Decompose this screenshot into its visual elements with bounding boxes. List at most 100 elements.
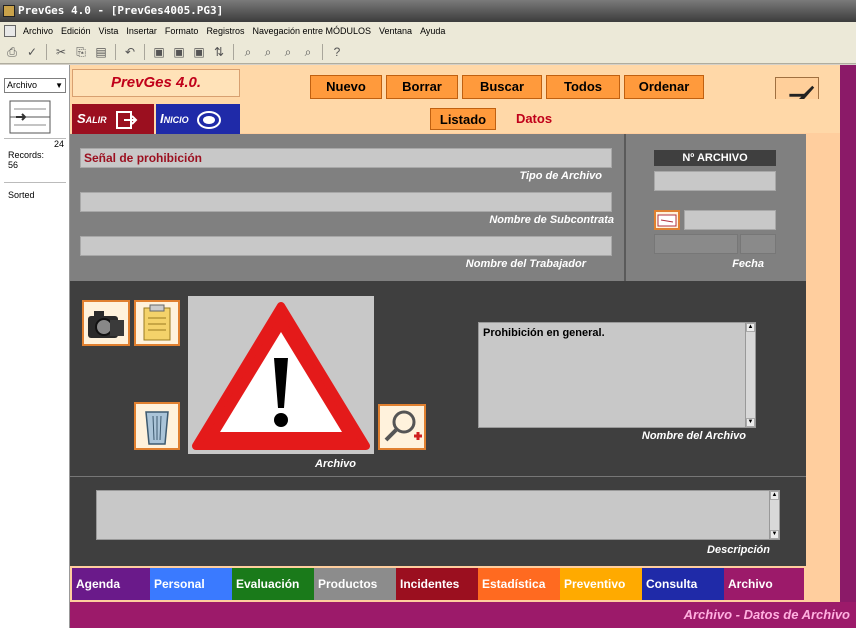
archivo-image[interactable] (188, 296, 374, 454)
menu-registros[interactable]: Registros (202, 22, 248, 40)
scroll-up-icon[interactable]: ▲ (770, 491, 779, 500)
records-label: Records: (8, 150, 45, 160)
toolbar: ⎙ ✓ ✂ ⎘ ▤ ↶ ▣ ▣ ▣ ⇅ ⌕ ⌕ ⌕ ⌕ ? (0, 40, 856, 64)
fecha-field[interactable] (684, 210, 776, 230)
toolbar-separator (115, 43, 116, 60)
document-button[interactable] (134, 300, 180, 346)
descripcion-label: Descripción (707, 544, 770, 556)
trabajador-field[interactable] (80, 236, 612, 256)
scroll-down-icon[interactable]: ▼ (746, 418, 755, 427)
salir-button[interactable]: Salir (72, 104, 154, 134)
divider (4, 138, 66, 139)
fecha-label: Fecha (732, 258, 764, 270)
book-navigator-icon[interactable] (8, 97, 56, 137)
clipboard-icon (143, 304, 171, 341)
new-record-icon[interactable]: ▣ (151, 44, 167, 60)
subcontrata-label: Nombre de Subcontrata (489, 214, 614, 226)
exit-icon (116, 110, 138, 129)
document-icon[interactable] (4, 25, 16, 37)
delete-record-icon[interactable]: ▣ (191, 44, 207, 60)
numero-archivo-field[interactable] (654, 171, 776, 191)
warning-sign-icon (192, 302, 370, 450)
nav-estadistica[interactable]: Estadística (478, 568, 560, 600)
nav-productos[interactable]: Productos (314, 568, 396, 600)
nav-consulta[interactable]: Consulta (642, 568, 724, 600)
records-summary: Records: 56 (8, 150, 44, 170)
find-icon[interactable]: ⌕ (240, 44, 256, 60)
menu-edicion[interactable]: Edición (57, 22, 95, 40)
toolbar-separator (46, 43, 47, 60)
records-count: 56 (8, 160, 19, 170)
undo-icon[interactable]: ↶ (122, 44, 138, 60)
toolbar-separator (233, 43, 234, 60)
scroll-down-icon[interactable]: ▼ (770, 530, 779, 539)
sort-icon[interactable]: ⇅ (211, 44, 227, 60)
menu-ayuda[interactable]: Ayuda (416, 22, 449, 40)
tipo-archivo-label: Tipo de Archivo (519, 170, 602, 182)
toolbar-separator (144, 43, 145, 60)
delete-image-button[interactable] (134, 402, 180, 450)
inicio-label: Inicio (160, 111, 189, 126)
chevron-down-icon: ▼ (55, 81, 63, 90)
camera-button[interactable] (82, 300, 130, 346)
window-edge (840, 65, 856, 628)
current-record-number[interactable]: 24 (8, 139, 64, 149)
calendar-button[interactable] (654, 210, 680, 230)
menu-bar: Archivo Edición Vista Insertar Formato R… (0, 22, 856, 40)
scroll-up-icon[interactable]: ▲ (746, 323, 755, 332)
subcontrata-field[interactable] (80, 192, 612, 212)
print-icon[interactable]: ⎙ (4, 44, 20, 60)
trash-icon (145, 411, 169, 445)
tipo-archivo-field[interactable]: Señal de prohibición (80, 148, 612, 168)
menu-ventana[interactable]: Ventana (375, 22, 416, 40)
camera-icon (88, 311, 124, 338)
duplicate-record-icon[interactable]: ▣ (171, 44, 187, 60)
buscar-button[interactable]: Buscar (462, 75, 542, 99)
menu-formato[interactable]: Formato (161, 22, 203, 40)
fecha-extra-field (740, 234, 776, 254)
nuevo-button[interactable]: Nuevo (310, 75, 382, 99)
zoom-image-button[interactable] (378, 404, 426, 450)
scrollbar[interactable]: ▲ ▼ (769, 491, 779, 539)
menu-vista[interactable]: Vista (95, 22, 123, 40)
inicio-button[interactable]: Inicio (156, 104, 240, 134)
app-icon (3, 5, 15, 17)
menu-insertar[interactable]: Insertar (122, 22, 161, 40)
brand-title: PrevGes 4.0. (72, 69, 240, 97)
borrar-button[interactable]: Borrar (386, 75, 458, 99)
show-all-icon[interactable]: ⌕ (300, 44, 316, 60)
calendar-icon (657, 214, 677, 227)
fecha-extra-field (654, 234, 738, 254)
tab-datos[interactable]: Datos (498, 108, 570, 130)
copy-icon[interactable]: ⎘ (73, 44, 89, 60)
nav-personal[interactable]: Personal (150, 568, 232, 600)
find-all-icon[interactable]: ⌕ (260, 44, 276, 60)
descripcion-field[interactable]: ▲ ▼ (96, 490, 780, 540)
help-icon[interactable]: ? (329, 44, 345, 60)
salir-label: Salir (77, 111, 107, 126)
nav-evaluacion[interactable]: Evaluación (232, 568, 314, 600)
spellcheck-icon[interactable]: ✓ (24, 44, 40, 60)
paste-icon[interactable]: ▤ (93, 44, 109, 60)
cut-icon[interactable]: ✂ (53, 44, 69, 60)
nombre-archivo-field[interactable]: Prohibición en general. ▲ ▼ (478, 322, 756, 428)
menu-navegacion[interactable]: Navegación entre MÓDULOS (248, 22, 375, 40)
home-icon (197, 110, 222, 129)
omit-icon[interactable]: ⌕ (280, 44, 296, 60)
layout-select[interactable]: Archivo ▼ (4, 78, 66, 93)
todos-button[interactable]: Todos (546, 75, 620, 99)
nav-incidentes[interactable]: Incidentes (396, 568, 478, 600)
numero-archivo-header: Nº ARCHIVO (654, 150, 776, 166)
nav-preventivo[interactable]: Preventivo (560, 568, 642, 600)
nombre-archivo-value: Prohibición en general. (483, 327, 605, 339)
module-nav: Agenda Personal Evaluación Productos Inc… (70, 566, 840, 602)
right-margin (806, 134, 840, 566)
scrollbar[interactable]: ▲ ▼ (745, 323, 755, 427)
ordenar-button[interactable]: Ordenar (624, 75, 704, 99)
toolbar-separator (322, 43, 323, 60)
nav-archivo[interactable]: Archivo (724, 568, 804, 600)
tab-listado[interactable]: Listado (430, 108, 496, 130)
nav-agenda[interactable]: Agenda (72, 568, 150, 600)
menu-archivo[interactable]: Archivo (19, 22, 57, 40)
sorted-status: Sorted (8, 190, 35, 200)
